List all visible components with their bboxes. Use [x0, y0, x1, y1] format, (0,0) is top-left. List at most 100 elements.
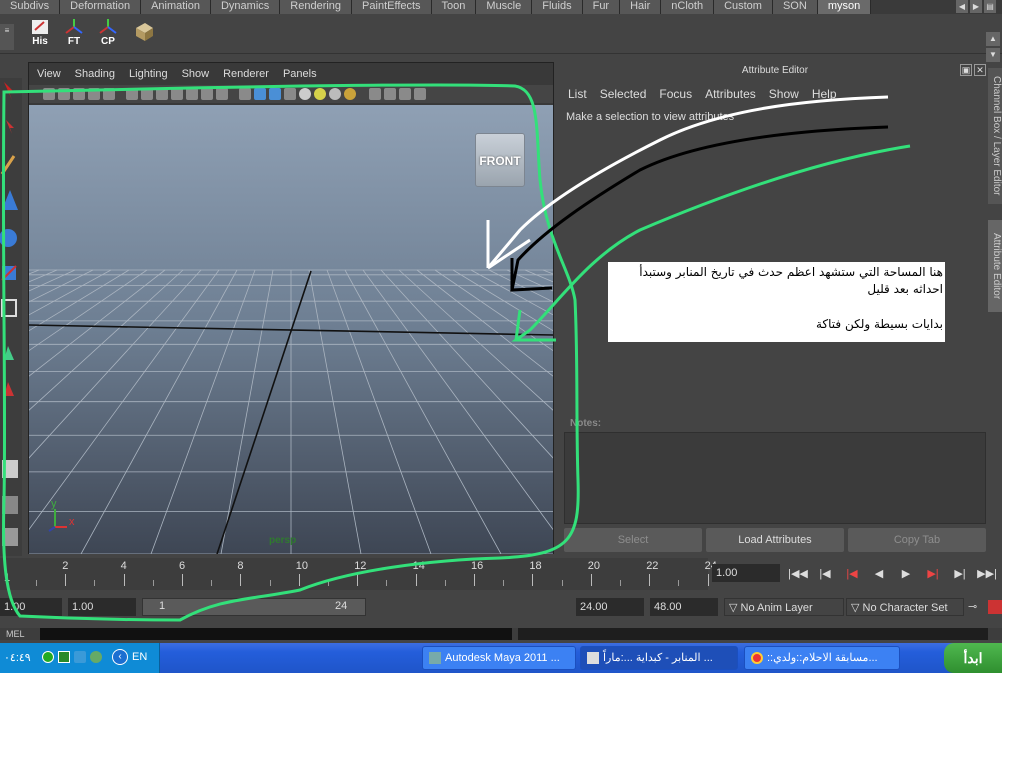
playback-end-field[interactable]: 24.00	[576, 598, 644, 616]
shelf-down-icon[interactable]: ▼	[986, 48, 1000, 62]
shelf-tab-son[interactable]: SON	[772, 0, 818, 14]
anim-layer-dropdown[interactable]: ▽ No Anim Layer	[724, 598, 844, 616]
freeze-transform-button[interactable]: FT	[60, 18, 88, 50]
screen-space-ao-icon[interactable]	[344, 88, 356, 100]
playback-start-field[interactable]: 1.00	[68, 598, 136, 616]
xray-icon[interactable]	[369, 88, 381, 100]
shelf-tab-ncloth[interactable]: nCloth	[661, 0, 715, 14]
bookmarks-icon[interactable]	[73, 88, 85, 100]
isolate-select-icon[interactable]	[384, 88, 396, 100]
shelf-tab-painteffects[interactable]: PaintEffects	[352, 0, 432, 14]
menu-renderer[interactable]: Renderer	[223, 68, 269, 80]
menu-shading[interactable]: Shading	[75, 68, 115, 80]
tab-attribute-editor[interactable]: Attribute Editor	[988, 220, 1002, 312]
float-icon[interactable]: ▣	[960, 64, 972, 76]
shelf-options-icon[interactable]: ≡	[0, 24, 14, 50]
shelf-tab-subdivs[interactable]: Subdivs	[0, 0, 61, 14]
shelf-tab-toon[interactable]: Toon	[431, 0, 477, 14]
move-tool-icon[interactable]	[0, 186, 20, 216]
textured-icon[interactable]	[284, 88, 296, 100]
use-all-lights-icon[interactable]	[299, 88, 311, 100]
shelf-menu-icon[interactable]: ▤	[984, 0, 996, 13]
preferences-icon[interactable]	[988, 600, 1002, 614]
menu-lighting[interactable]: Lighting	[129, 68, 168, 80]
shelf-tab-rendering[interactable]: Rendering	[280, 0, 353, 14]
menu-view[interactable]: View	[37, 68, 61, 80]
viewport-renderer-icon[interactable]	[399, 88, 411, 100]
menu-panels[interactable]: Panels	[283, 68, 317, 80]
resolution-gate-icon[interactable]	[156, 88, 168, 100]
soft-mod-tool-icon[interactable]	[0, 336, 20, 366]
antivirus-icon[interactable]	[58, 651, 70, 663]
language-indicator[interactable]: EN	[132, 651, 147, 663]
scale-tool-icon[interactable]	[0, 258, 20, 288]
play-forwards-icon[interactable]: ▶	[896, 566, 916, 582]
start-time-field[interactable]: 1.00	[0, 598, 62, 616]
smooth-shade-icon[interactable]	[254, 88, 266, 100]
task-maya[interactable]: Autodesk Maya 2011 ...	[422, 646, 576, 670]
field-chart-icon[interactable]	[186, 88, 198, 100]
view-cube[interactable]: FRONT	[475, 133, 525, 187]
volume-icon[interactable]	[90, 651, 102, 663]
grid-icon[interactable]	[126, 88, 138, 100]
key-icon[interactable]: ⊸	[968, 600, 986, 614]
tray-expand-icon[interactable]: ‹	[112, 649, 128, 665]
character-set-dropdown[interactable]: ▽ No Character Set	[846, 598, 964, 616]
manipulator-tool-icon[interactable]	[0, 294, 20, 324]
film-gate-icon[interactable]	[141, 88, 153, 100]
safe-title-icon[interactable]	[216, 88, 228, 100]
shelf-tab-myson[interactable]: myson	[817, 0, 872, 14]
wireframe-on-shaded-icon[interactable]	[269, 88, 281, 100]
select-button[interactable]: Select	[564, 528, 702, 552]
close-icon[interactable]: ✕	[974, 64, 986, 76]
menu-list[interactable]: List	[568, 87, 587, 101]
range-slider[interactable]: 1 24	[142, 598, 366, 616]
menu-show[interactable]: Show	[769, 87, 799, 101]
time-slider[interactable]: 2 4 6 8 10 12 14 16 18 20 22 24	[28, 558, 717, 590]
camera-select-icon[interactable]	[43, 88, 55, 100]
shelf-tab-custom[interactable]: Custom	[714, 0, 773, 14]
copy-tab-button[interactable]: Copy Tab	[848, 528, 986, 552]
shelf-tab-fur[interactable]: Fur	[582, 0, 621, 14]
shelf-up-icon[interactable]: ▲	[986, 32, 1000, 46]
mel-label[interactable]: MEL	[6, 629, 25, 639]
menu-help[interactable]: Help	[812, 87, 837, 101]
shelf-tab-muscle[interactable]: Muscle	[476, 0, 533, 14]
go-to-start-icon[interactable]: |◀◀	[788, 566, 808, 582]
shelf-tab-hair[interactable]: Hair	[620, 0, 662, 14]
current-frame-field[interactable]: 1.00	[712, 564, 780, 582]
shelf-tab-animation[interactable]: Animation	[141, 0, 211, 14]
menu-selected[interactable]: Selected	[600, 87, 647, 101]
step-forward-key-icon[interactable]: ▶|	[923, 566, 943, 582]
image-plane-icon[interactable]	[88, 88, 100, 100]
menu-focus[interactable]: Focus	[659, 87, 692, 101]
history-button[interactable]: His	[26, 18, 54, 50]
safe-action-icon[interactable]	[201, 88, 213, 100]
rotate-tool-icon[interactable]	[0, 222, 20, 252]
task-forum-editor[interactable]: المنابر - كبداية ...:ماراً ...	[580, 646, 738, 670]
camera-attributes-icon[interactable]	[58, 88, 70, 100]
end-time-field[interactable]: 48.00	[650, 598, 718, 616]
high-quality-icon[interactable]	[329, 88, 341, 100]
2d-pan-zoom-icon[interactable]	[103, 88, 115, 100]
box-button[interactable]	[130, 18, 158, 50]
menu-attributes[interactable]: Attributes	[705, 87, 756, 101]
gate-mask-icon[interactable]	[171, 88, 183, 100]
wireframe-icon[interactable]	[239, 88, 251, 100]
lasso-tool-icon[interactable]	[0, 114, 20, 144]
step-forward-frame-icon[interactable]: ▶|	[950, 566, 970, 582]
notes-textarea[interactable]	[564, 432, 986, 524]
go-to-end-icon[interactable]: ▶▶|	[977, 566, 997, 582]
center-pivot-button[interactable]: CP	[94, 18, 122, 50]
shelf-tab-fluids[interactable]: Fluids	[532, 0, 583, 14]
start-button[interactable]: ابدأ	[944, 643, 1002, 673]
menu-show[interactable]: Show	[182, 68, 210, 80]
shadows-icon[interactable]	[314, 88, 326, 100]
tab-channel-box[interactable]: Channel Box / Layer Editor	[988, 68, 1002, 204]
select-tool-icon[interactable]	[0, 78, 20, 108]
show-manip-icon[interactable]	[0, 372, 20, 402]
network-icon[interactable]	[42, 651, 54, 663]
shelf-prev-icon[interactable]: ◀	[956, 0, 968, 13]
step-back-frame-icon[interactable]: |◀	[815, 566, 835, 582]
shelf-tab-deformation[interactable]: Deformation	[60, 0, 142, 14]
